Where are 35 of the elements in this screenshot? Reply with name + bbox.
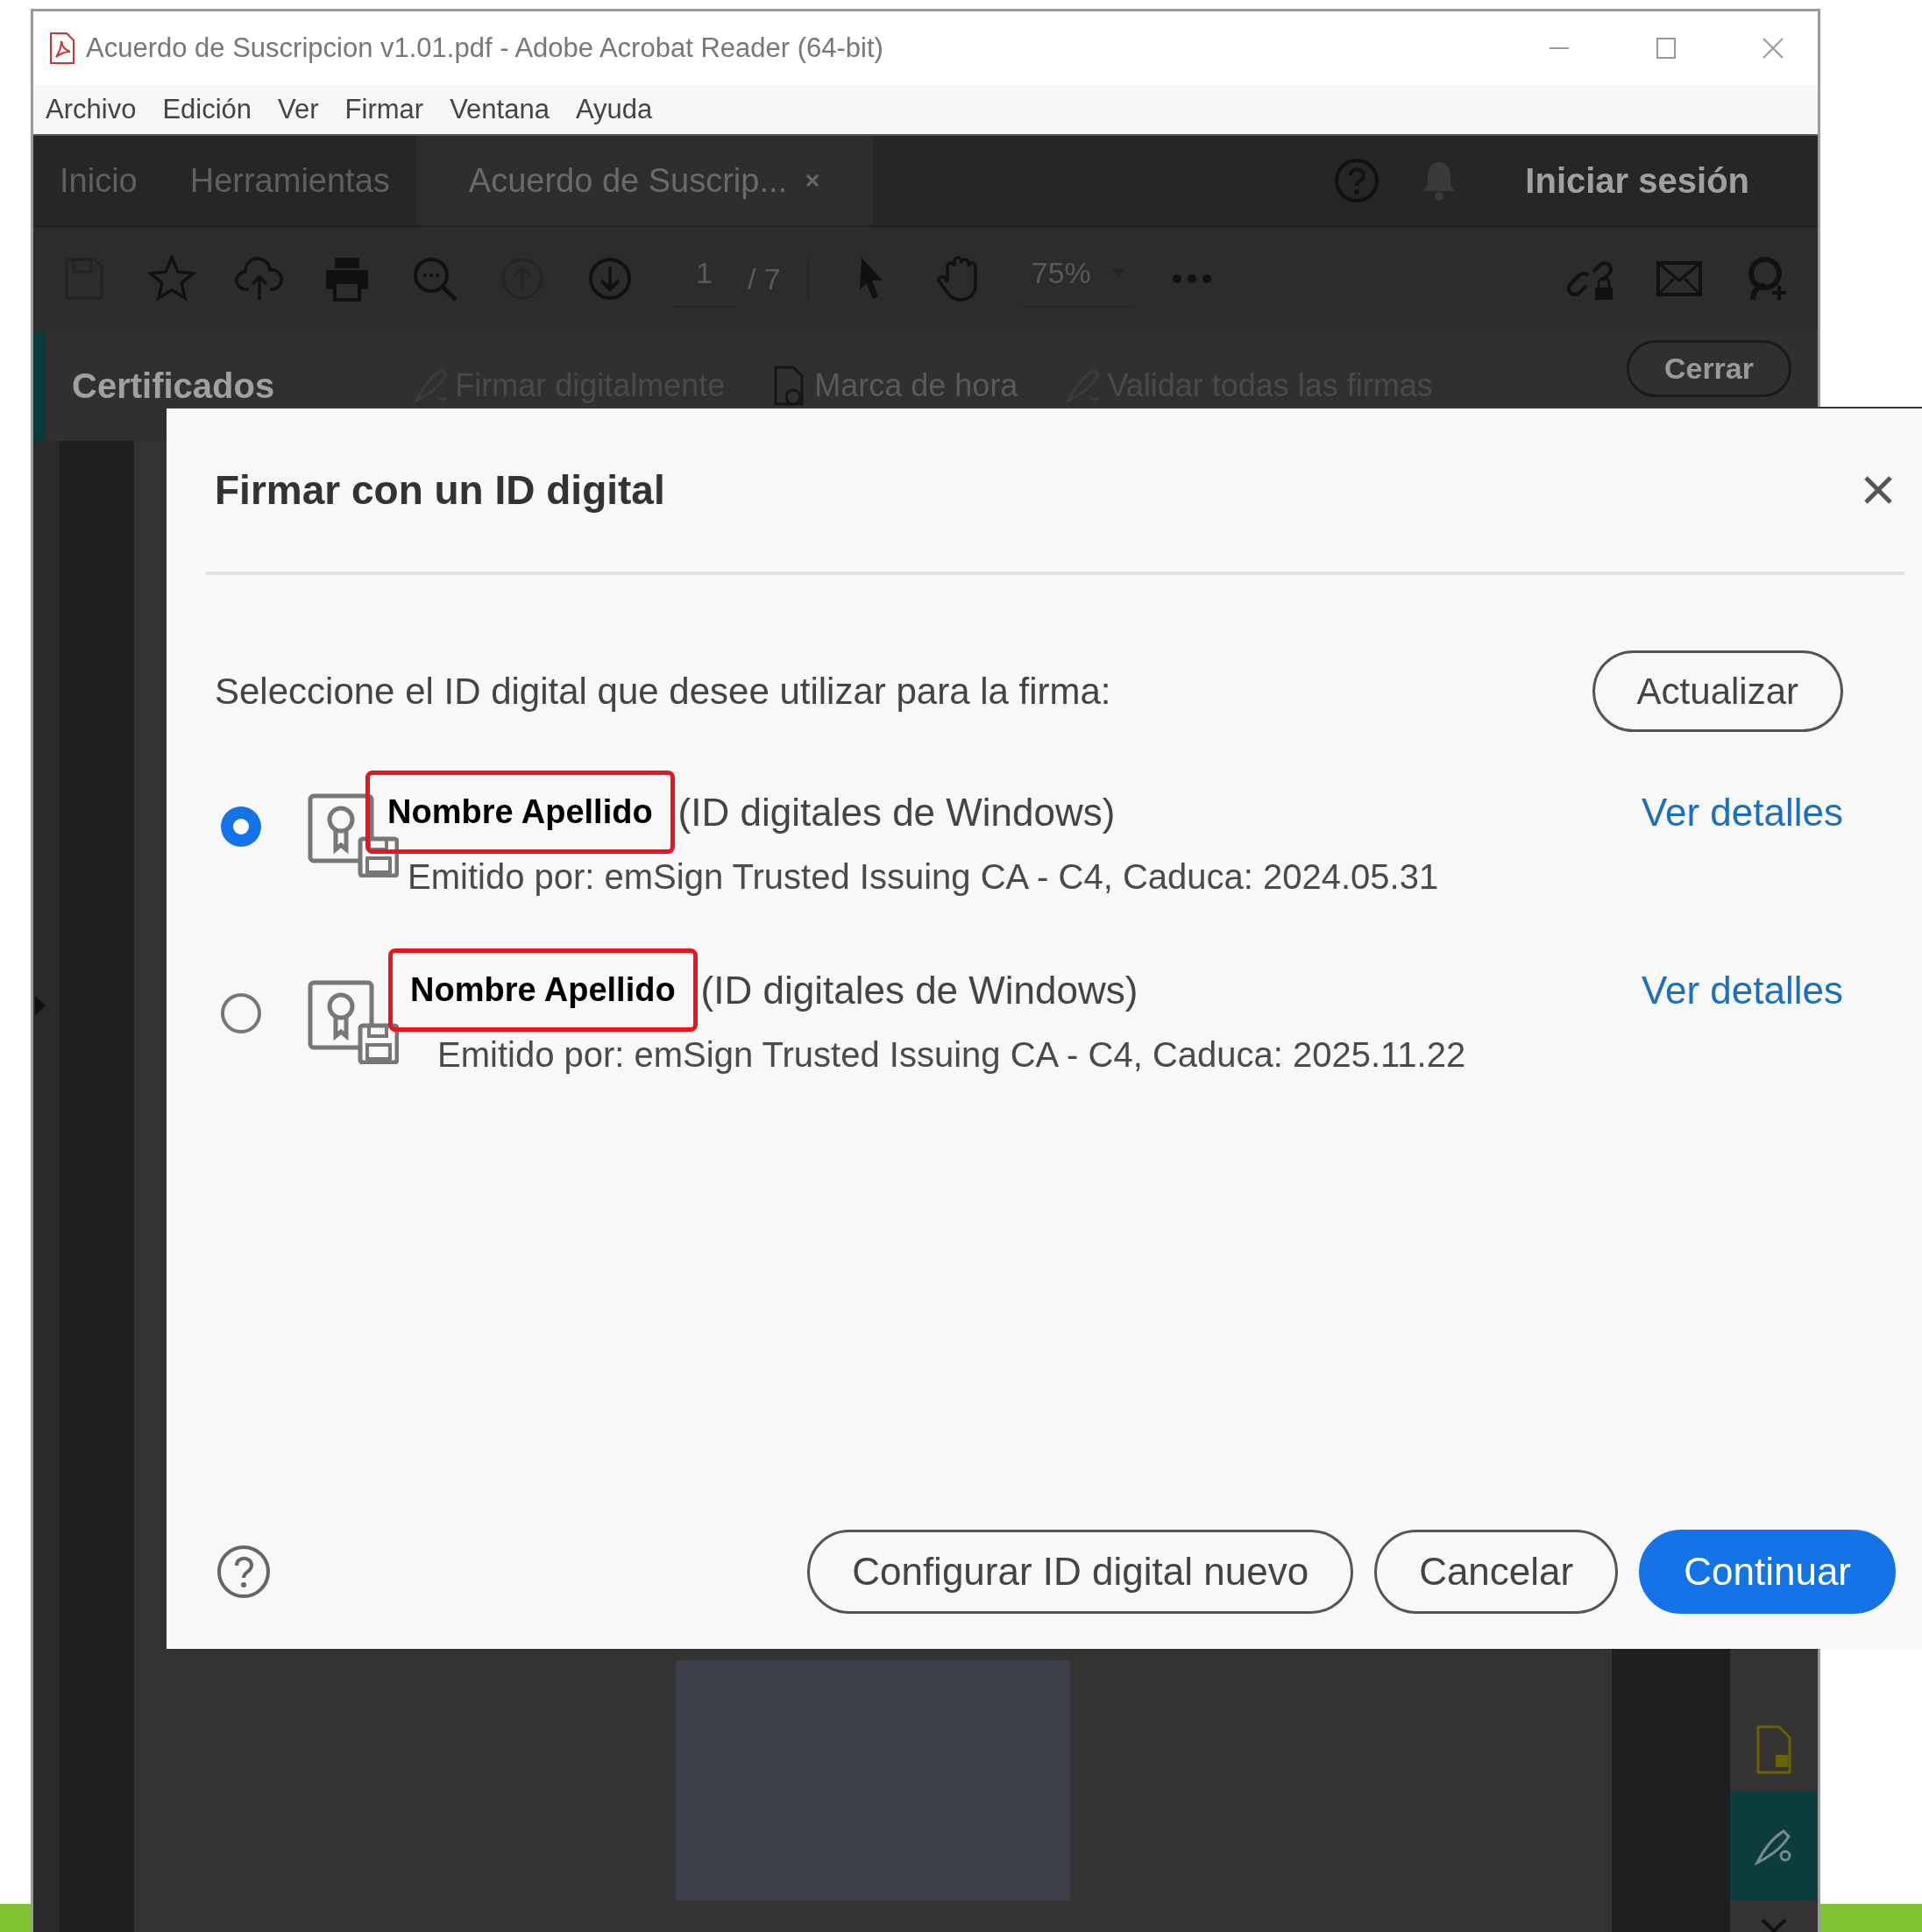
certificate-source: (ID digitales de Windows) (700, 967, 1138, 1013)
menu-item[interactable]: Archivo (46, 89, 137, 131)
expand-arrow-icon[interactable] (33, 995, 46, 1015)
window-title: Acuerdo de Suscripcion v1.01.pdf - Adobe Acrobat Reader (64-bit) (86, 31, 883, 65)
dialog-button[interactable]: Cancelar (1374, 1530, 1619, 1614)
prompt-text: Seleccione el ID digital que desee utilizar para la firma: (215, 670, 1111, 714)
menu-item[interactable]: Ver (278, 89, 319, 131)
bar-title: Certificados (72, 366, 275, 407)
menu-item[interactable]: Firmar (344, 89, 424, 131)
radio-button[interactable] (220, 992, 262, 1034)
help-icon[interactable] (216, 1545, 271, 1599)
pdf-file-icon (49, 32, 75, 64)
tab[interactable]: Acuerdo de Suscrip... (415, 136, 874, 225)
close-icon[interactable] (1862, 474, 1894, 506)
more-icon[interactable] (1171, 273, 1212, 284)
issuer-text: Emitido por: emSign Trusted Issuing CA - C4, Caduca: 2024.05.31 (408, 856, 1440, 898)
certificate-source: (ID digitales de Windows) (677, 789, 1116, 835)
sign-in-button[interactable]: Iniciar sesión (1499, 154, 1776, 207)
star-icon[interactable] (147, 254, 196, 303)
menu-item[interactable]: Edición (162, 89, 252, 131)
radio-button[interactable] (220, 806, 262, 848)
refresh-button[interactable]: Actualizar (1592, 650, 1843, 732)
sign-tool-tile[interactable] (1730, 1792, 1818, 1900)
dialog-button[interactable]: Configurar ID digital nuevo (807, 1530, 1354, 1614)
details-link[interactable]: Ver detalles (1642, 783, 1843, 842)
close-button[interactable]: Cerrar (1626, 339, 1791, 397)
continue-button[interactable]: Continuar (1639, 1530, 1896, 1614)
dialog-title: Firmar con un ID digital (215, 465, 665, 515)
chevron-down-icon[interactable] (1761, 1918, 1787, 1932)
menu-item[interactable]: Ayuda (575, 89, 653, 131)
certificate-icon (308, 980, 399, 1064)
details-link[interactable]: Ver detalles (1642, 961, 1843, 1019)
menu-item[interactable]: Ventana (450, 89, 550, 131)
document-icon[interactable] (1756, 1725, 1791, 1774)
issuer-text: Emitido por: emSign Trusted Issuing CA - C4, Caduca: 2025.11.22 (437, 1034, 1467, 1076)
